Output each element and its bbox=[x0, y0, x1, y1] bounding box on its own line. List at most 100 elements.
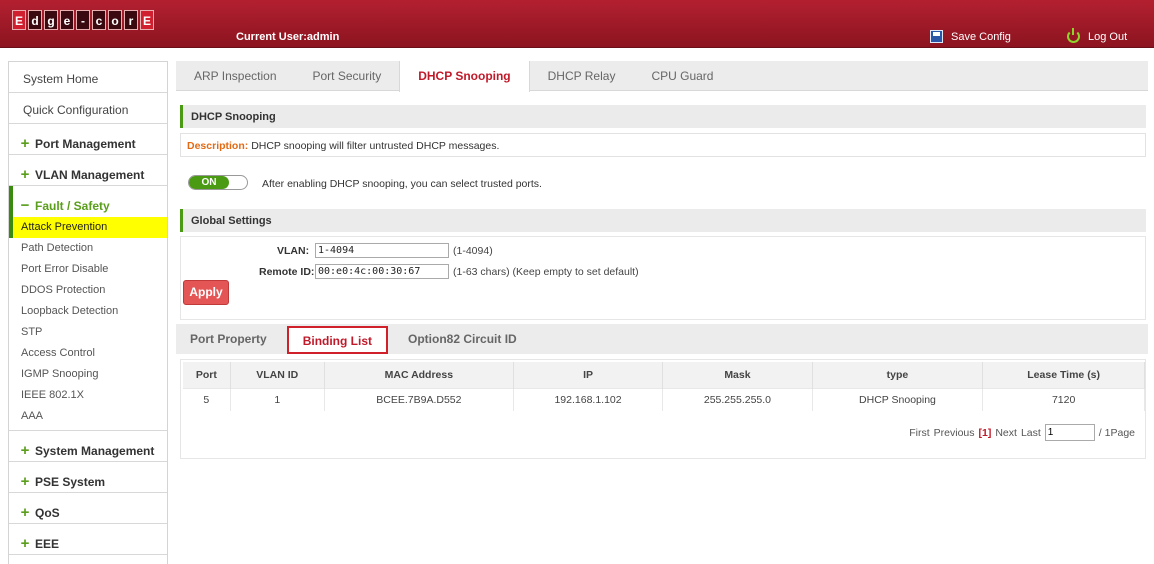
dhcp-snooping-toggle[interactable]: ON bbox=[188, 175, 248, 190]
table-cell: 192.168.1.102 bbox=[513, 387, 664, 411]
logo-letter: g bbox=[44, 10, 58, 30]
sidebar-sub-stp[interactable]: STP bbox=[9, 322, 167, 343]
table-cell: DHCP Snooping bbox=[812, 387, 984, 411]
subtab-option82-circuit-id[interactable]: Option82 Circuit ID bbox=[394, 324, 531, 354]
expand-icon: + bbox=[20, 472, 30, 490]
previous-page-link[interactable]: Previous bbox=[934, 427, 975, 439]
sidebar-group-fault-safety[interactable]: − Fault / Safety bbox=[9, 186, 167, 217]
sidebar-sub-loopback-detection[interactable]: Loopback Detection bbox=[9, 301, 167, 322]
section-header-dhcp-snooping: DHCP Snooping bbox=[180, 105, 1146, 128]
expand-icon: + bbox=[20, 503, 30, 521]
expand-icon: + bbox=[20, 441, 30, 459]
save-disk-icon bbox=[930, 30, 943, 43]
next-page-link[interactable]: Next bbox=[995, 427, 1017, 439]
column-header-mask: Mask bbox=[662, 362, 813, 388]
save-config-button[interactable]: Save Config bbox=[930, 30, 1011, 43]
table-cell: 5 bbox=[183, 387, 231, 411]
tab-cpu-guard[interactable]: CPU Guard bbox=[633, 61, 731, 90]
sidebar-group-eee[interactable]: + EEE bbox=[9, 524, 167, 555]
sidebar-group-system-management[interactable]: + System Management bbox=[9, 431, 167, 462]
column-header-mac-address: MAC Address bbox=[324, 362, 514, 388]
logo-letter: E bbox=[140, 10, 154, 30]
sidebar-sub-path-detection[interactable]: Path Detection bbox=[9, 238, 167, 259]
sidebar-group-vlan-management[interactable]: + VLAN Management bbox=[9, 155, 167, 186]
collapse-icon: − bbox=[20, 197, 30, 214]
table-cell: 1 bbox=[230, 387, 325, 411]
table-body: 5 1 BCEE.7B9A.D552 192.168.1.102 255.255.255… bbox=[183, 387, 1145, 411]
vlan-input[interactable] bbox=[315, 243, 449, 258]
remote-id-label: Remote ID: bbox=[259, 266, 315, 278]
sidebar-group-label: EEE bbox=[35, 536, 60, 551]
sidebar-group-pse-system[interactable]: + PSE System bbox=[9, 462, 167, 493]
edgecore-logo: Edge-corE bbox=[12, 10, 154, 32]
last-page-link[interactable]: Last bbox=[1021, 427, 1041, 439]
tab-dhcp-relay[interactable]: DHCP Relay bbox=[530, 61, 634, 90]
logo-letter: e bbox=[60, 10, 74, 30]
main-content: ARP Inspection Port Security DHCP Snooping… bbox=[176, 61, 1148, 564]
sidebar-group-label: System Management bbox=[35, 443, 155, 458]
sidebar-sub-list: Attack Prevention Path Detection Port Erro… bbox=[9, 217, 167, 431]
column-header-type: type bbox=[812, 362, 984, 388]
save-config-label: Save Config bbox=[951, 30, 1011, 43]
sidebar-sub-igmp-snooping[interactable]: IGMP Snooping bbox=[9, 364, 167, 385]
subtab-port-property[interactable]: Port Property bbox=[176, 324, 281, 354]
sidebar-group-label: VLAN Management bbox=[35, 167, 145, 182]
sidebar-sub-access-control[interactable]: Access Control bbox=[9, 343, 167, 364]
tab-bar: ARP Inspection Port Security DHCP Snooping… bbox=[176, 61, 1148, 92]
remote-id-input[interactable] bbox=[315, 264, 449, 279]
tab-port-security[interactable]: Port Security bbox=[295, 61, 400, 90]
first-page-link[interactable]: First bbox=[909, 427, 929, 439]
sidebar-group-qos[interactable]: + QoS bbox=[9, 493, 167, 524]
current-user: Current User:admin bbox=[236, 31, 340, 43]
column-header-port: Port bbox=[183, 362, 231, 388]
tab-dhcp-snooping[interactable]: DHCP Snooping bbox=[399, 61, 530, 92]
pagination: First Previous [1] Next Last / 1Page bbox=[909, 424, 1135, 441]
sidebar-sub-ieee-802-1x[interactable]: IEEE 802.1X bbox=[9, 385, 167, 406]
sidebar-sub-aaa[interactable]: AAA bbox=[9, 406, 167, 427]
page-number-input[interactable] bbox=[1044, 424, 1095, 441]
sidebar-group-label: Port Management bbox=[35, 136, 136, 151]
logo-letter: - bbox=[76, 10, 90, 30]
table-cell: 255.255.255.0 bbox=[662, 387, 813, 411]
sidebar-sub-attack-prevention[interactable]: Attack Prevention bbox=[9, 217, 167, 238]
toggle-on-label: ON bbox=[189, 176, 229, 189]
sidebar-group-label: QoS bbox=[35, 505, 60, 520]
sub-tab-bar: Port Property Binding List Option82 Circui… bbox=[176, 324, 1148, 354]
table-row: 5 1 BCEE.7B9A.D552 192.168.1.102 255.255.255… bbox=[183, 387, 1145, 411]
top-bar: Edge-corE Current User:admin Save Config… bbox=[0, 0, 1154, 48]
total-pages: / 1Page bbox=[1098, 426, 1135, 439]
toggle-switch[interactable]: ON bbox=[188, 175, 248, 190]
table-header-row: Port VLAN ID MAC Address IP Mask type Lease Ti… bbox=[183, 362, 1145, 388]
section-title: DHCP Snooping bbox=[191, 111, 276, 123]
sidebar-group-label: PSE System bbox=[35, 474, 106, 489]
sidebar-group-port-management[interactable]: + Port Management bbox=[9, 124, 167, 155]
logo-letter: o bbox=[108, 10, 122, 30]
tab-arp-inspection[interactable]: ARP Inspection bbox=[176, 61, 295, 90]
sidebar-sub-ddos-protection[interactable]: DDOS Protection bbox=[9, 280, 167, 301]
sidebar: System Home Quick Configuration + Port Mana… bbox=[8, 61, 168, 564]
logo-letter: d bbox=[28, 10, 42, 30]
logo-letter: c bbox=[92, 10, 106, 30]
sidebar-sub-port-error-disable[interactable]: Port Error Disable bbox=[9, 259, 167, 280]
expand-icon: + bbox=[20, 165, 30, 183]
expand-icon: + bbox=[20, 534, 30, 552]
description-box: Description: DHCP snooping will filter u… bbox=[180, 133, 1146, 157]
section-header-global-settings: Global Settings bbox=[180, 209, 1146, 232]
logout-label: Log Out bbox=[1088, 30, 1128, 43]
vlan-hint: (1-4094) bbox=[453, 245, 493, 257]
description-text: DHCP snooping will filter untrusted DHCP… bbox=[251, 140, 500, 152]
table-cell: 7120 bbox=[982, 387, 1145, 411]
binding-table: Port VLAN ID MAC Address IP Mask type Lease Ti… bbox=[183, 362, 1145, 411]
column-header-lease-time-s-: Lease Time (s) bbox=[982, 362, 1145, 388]
power-icon bbox=[1067, 28, 1080, 43]
apply-button[interactable]: Apply bbox=[183, 280, 229, 305]
global-settings-box: VLAN: (1-4094) Remote ID: (1-63 chars) (… bbox=[180, 236, 1146, 320]
column-header-vlan-id: VLAN ID bbox=[230, 362, 325, 388]
logout-button[interactable]: Log Out bbox=[1067, 28, 1128, 43]
sidebar-item-quick-configuration[interactable]: Quick Configuration bbox=[9, 93, 167, 124]
column-header-ip: IP bbox=[513, 362, 664, 388]
description-key: Description: bbox=[187, 140, 249, 152]
sidebar-item-system-home[interactable]: System Home bbox=[9, 62, 167, 93]
subtab-binding-list[interactable]: Binding List bbox=[286, 326, 389, 354]
table-cell: BCEE.7B9A.D552 bbox=[324, 387, 514, 411]
